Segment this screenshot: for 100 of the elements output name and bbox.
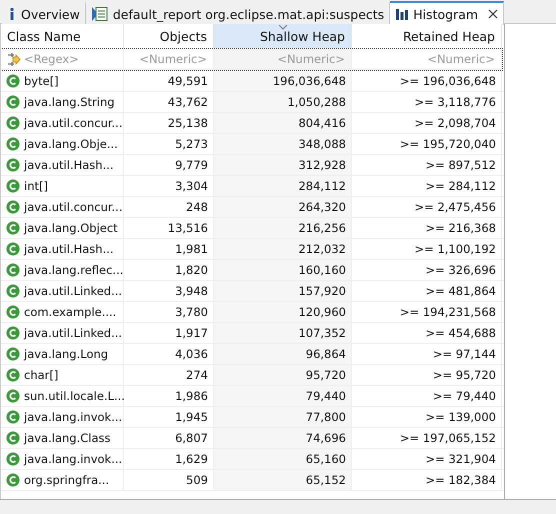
class-icon — [6, 431, 20, 445]
class-icon — [6, 326, 20, 340]
close-icon[interactable] — [488, 9, 498, 19]
table-cell: java.lang.Long — [24, 347, 108, 361]
column-header[interactable]: Retained Heap — [352, 24, 502, 48]
table-cell: >= 897,512 — [426, 158, 496, 172]
class-icon — [6, 200, 20, 214]
class-icon — [6, 347, 20, 361]
table-cell: java.lang.reflec... — [24, 263, 124, 277]
table-cell: 248 — [186, 200, 208, 214]
table-cell: >= 97,144 — [432, 347, 496, 361]
class-icon — [6, 263, 20, 277]
table-cell: 43,762 — [168, 95, 208, 109]
editor-tab[interactable]: Histogram — [390, 1, 504, 25]
bar-chart-icon — [395, 7, 410, 21]
table-cell: 49,591 — [168, 74, 208, 88]
table-cell: 274 — [186, 368, 208, 382]
table-cell: 96,864 — [306, 347, 346, 361]
table-cell: 196,036,648 — [272, 74, 346, 88]
table-cell: 95,720 — [306, 368, 346, 382]
table-cell: >= 2,475,456 — [414, 200, 496, 214]
table-cell: 1,986 — [175, 389, 208, 403]
table-cell: java.lang.Object — [24, 221, 118, 235]
table-cell: sun.util.locale.L... — [24, 389, 125, 403]
table-cell: >= 216,368 — [426, 221, 496, 235]
table-cell: 65,160 — [306, 452, 346, 466]
class-icon — [6, 284, 20, 298]
table-cell: >= 3,118,776 — [414, 95, 496, 109]
table-cell: 1,917 — [175, 326, 208, 340]
editor-tab[interactable]: Overview — [2, 1, 86, 25]
table-cell: 120,960 — [298, 305, 346, 319]
table-cell: 3,948 — [175, 284, 208, 298]
table-cell: java.util.Linked... — [24, 326, 122, 340]
table-cell: 1,820 — [175, 263, 208, 277]
sort-caret-icon — [278, 25, 286, 30]
class-icon — [6, 158, 20, 172]
table-cell: >= 95,720 — [432, 368, 496, 382]
table-cell: java.util.concur... — [24, 116, 122, 130]
table-cell: java.util.Hash... — [24, 158, 114, 172]
table-cell: 25,138 — [168, 116, 208, 130]
class-icon — [6, 452, 20, 466]
table-cell: 79,440 — [306, 389, 346, 403]
table-cell: 264,320 — [298, 200, 346, 214]
table-cell: >= 139,000 — [426, 410, 496, 424]
class-icon — [6, 179, 20, 193]
table-cell: 1,945 — [175, 410, 208, 424]
table-cell: 216,256 — [298, 221, 346, 235]
column-header[interactable]: Class Name — [1, 24, 124, 48]
table-cell: java.lang.invok... — [24, 410, 122, 424]
table-cell: java.lang.Obje... — [24, 137, 118, 151]
table-cell: 3,304 — [175, 179, 208, 193]
class-icon — [6, 116, 20, 130]
class-icon — [6, 95, 20, 109]
column-header[interactable]: Shallow Heap — [214, 24, 352, 48]
table-cell: java.lang.invok... — [24, 452, 122, 466]
class-icon — [6, 74, 20, 88]
column-header[interactable]: Objects — [124, 24, 214, 48]
table-cell: >= 197,065,152 — [400, 431, 496, 445]
class-icon — [6, 389, 20, 403]
class-icon — [6, 242, 20, 256]
class-icon — [6, 305, 20, 319]
table-cell: char[] — [24, 368, 58, 382]
table-cell: >= 196,036,648 — [400, 74, 496, 88]
table-cell: 1,629 — [175, 452, 208, 466]
table-cell: 160,160 — [298, 263, 346, 277]
table-cell: >= 2,098,704 — [414, 116, 496, 130]
table-cell: >= 1,100,192 — [414, 242, 496, 256]
table-cell: >= 194,231,568 — [400, 305, 496, 319]
table-cell: 212,032 — [298, 242, 346, 256]
class-icon — [6, 368, 20, 382]
table-cell: >= 195,720,040 — [400, 137, 496, 151]
table-cell: >= 284,112 — [426, 179, 496, 193]
filter-icon — [7, 52, 21, 66]
table-cell: java.lang.Class — [24, 431, 110, 445]
editor-tab[interactable]: default_report org.eclipse.mat.api:suspects — [86, 1, 390, 25]
table-cell: java.util.Linked... — [24, 284, 122, 298]
class-icon — [6, 221, 20, 235]
table-cell: >= 326,696 — [426, 263, 496, 277]
table-cell: 509 — [186, 473, 208, 487]
table-cell: 348,088 — [298, 137, 346, 151]
table-cell: java.util.concur... — [24, 200, 122, 214]
table-cell: java.lang.String — [24, 95, 115, 109]
table-cell: 77,800 — [306, 410, 346, 424]
table-cell: >= 454,688 — [426, 326, 496, 340]
table-cell: int[] — [24, 179, 48, 193]
table-cell: byte[] — [24, 74, 59, 88]
table-cell: 107,352 — [298, 326, 346, 340]
table-cell: >= 481,864 — [426, 284, 496, 298]
class-icon — [6, 473, 20, 487]
table-cell: 312,928 — [298, 158, 346, 172]
table-cell: 284,112 — [298, 179, 346, 193]
table-cell: 3,780 — [175, 305, 208, 319]
table-cell: org.springfra... — [24, 473, 110, 487]
class-icon — [6, 410, 20, 424]
table-cell: 157,920 — [298, 284, 346, 298]
table-cell: 5,273 — [175, 137, 208, 151]
table-cell: 1,981 — [175, 242, 208, 256]
table-cell: 74,696 — [306, 431, 346, 445]
table-cell: 13,516 — [168, 221, 208, 235]
table-cell: com.example.... — [24, 305, 116, 319]
